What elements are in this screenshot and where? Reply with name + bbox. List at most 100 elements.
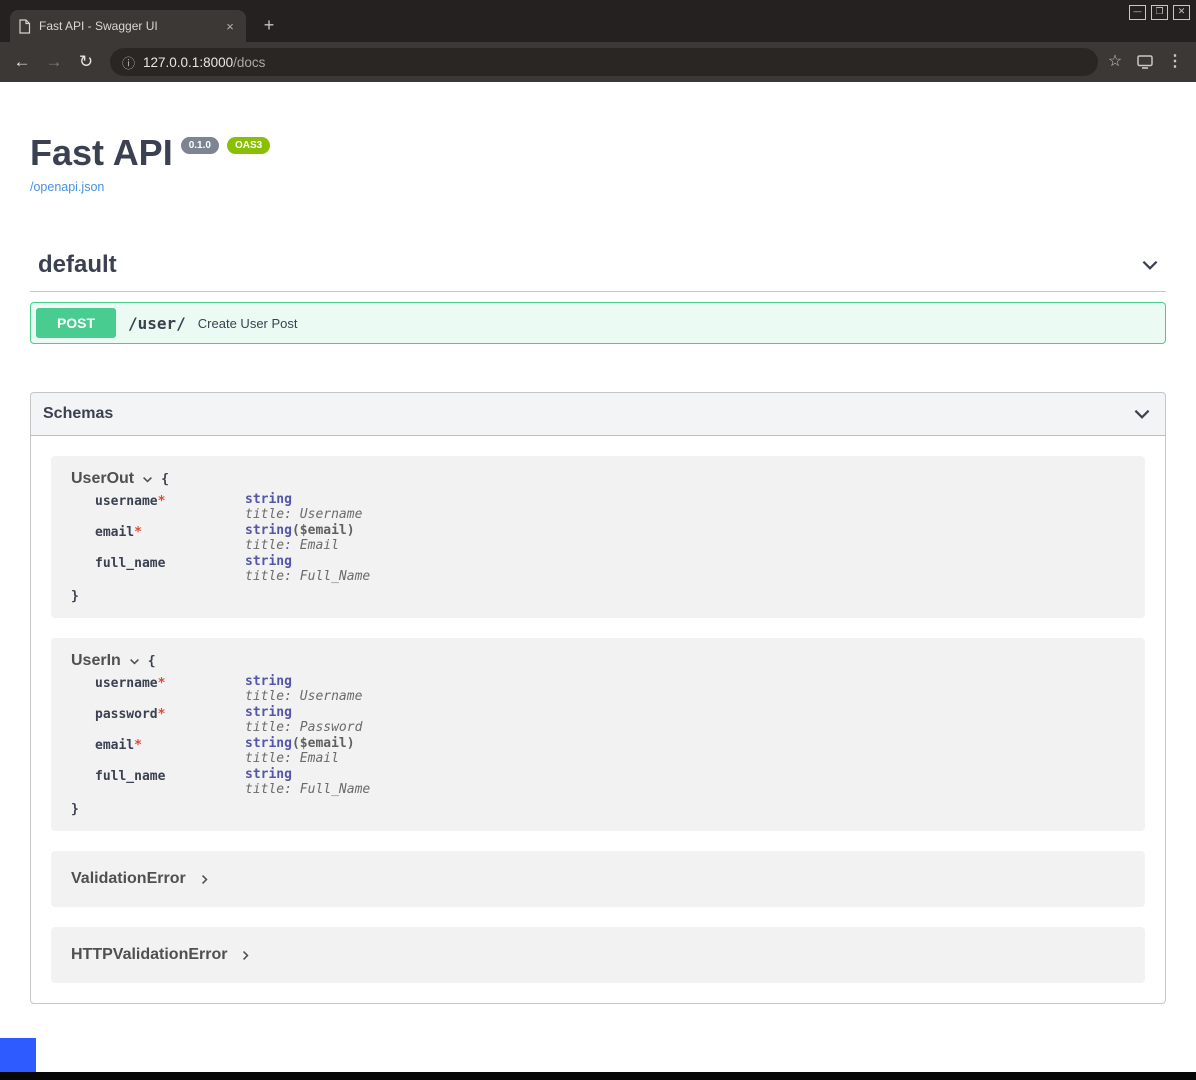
page-info-icon[interactable]: ⓘ [122, 53, 135, 72]
schemas-body: UserOut { username* string title: Userna… [31, 436, 1165, 1003]
endpoint-post-user[interactable]: POST /user/ Create User Post [30, 302, 1166, 344]
property-format: ($email) [292, 736, 355, 751]
model-header[interactable]: UserIn { [71, 652, 1125, 670]
property-detail: string title: Username [245, 674, 362, 705]
chevron-down-icon[interactable] [141, 473, 154, 486]
api-title: Fast API [30, 135, 173, 171]
property-detail: string title: Full_Name [245, 554, 370, 585]
property-title: title: Username [245, 507, 362, 522]
property-title: title: Full_Name [245, 569, 370, 584]
schemas-title: Schemas [43, 405, 113, 423]
extensions-icon[interactable] [1132, 48, 1158, 76]
required-star: * [158, 676, 166, 691]
tag-section-title: default [38, 251, 117, 279]
property-name-text: full_name [95, 769, 165, 784]
property-name-text: password [95, 707, 158, 722]
property-type: string [245, 523, 292, 538]
property-row: username* string title: Username [95, 492, 1125, 523]
property-title: title: Password [245, 720, 362, 735]
page-file-icon [18, 19, 31, 34]
property-title: title: Username [245, 689, 362, 704]
schemas-header[interactable]: Schemas [31, 393, 1165, 436]
property-type: string [245, 554, 292, 569]
brace-open: { [161, 472, 169, 487]
required-star: * [158, 494, 166, 509]
property-detail: string title: Username [245, 492, 362, 523]
model-userout: UserOut { username* string title: Userna… [51, 456, 1145, 618]
property-row: password* string title: Password [95, 705, 1125, 736]
model-name: HTTPValidationError [71, 946, 227, 964]
window-controls: — ❐ ✕ [1129, 5, 1190, 20]
model-validationerror[interactable]: ValidationError [51, 851, 1145, 907]
chevron-down-icon[interactable] [1131, 403, 1153, 425]
back-icon[interactable]: ← [8, 48, 36, 76]
property-name: email* [95, 736, 245, 767]
property-type: string [245, 674, 292, 689]
schemas-section: Schemas UserOut { username* [30, 392, 1166, 1004]
property-row: email* string($email) title: Email [95, 736, 1125, 767]
browser-menu-icon[interactable]: ⋮ [1162, 48, 1188, 76]
property-type: string [245, 492, 292, 507]
property-name: full_name [95, 767, 245, 798]
required-star: * [134, 525, 142, 540]
property-name-text: full_name [95, 556, 165, 571]
browser-tab[interactable]: Fast API - Swagger UI × [10, 10, 246, 42]
property-type: string [245, 705, 292, 720]
property-name: username* [95, 492, 245, 523]
minimize-button[interactable]: — [1129, 5, 1146, 20]
property-detail: string title: Password [245, 705, 362, 736]
property-name: password* [95, 705, 245, 736]
url-bar[interactable]: ⓘ 127.0.0.1:8000/docs [110, 48, 1098, 76]
model-name: UserIn [71, 652, 121, 670]
tag-section-default[interactable]: default [30, 251, 1166, 292]
property-name: email* [95, 523, 245, 554]
model-httpvalidationerror[interactable]: HTTPValidationError [51, 927, 1145, 983]
close-button[interactable]: ✕ [1173, 5, 1190, 20]
api-info: Fast API 0.1.0 OAS3 [30, 135, 1166, 171]
required-star: * [158, 707, 166, 722]
property-detail: string($email) title: Email [245, 523, 355, 554]
chevron-right-icon[interactable] [239, 949, 252, 962]
openapi-spec-link[interactable]: /openapi.json [30, 180, 104, 194]
property-type: string [245, 736, 292, 751]
desktop-bottom-bar [0, 1072, 1196, 1080]
property-detail: string title: Full_Name [245, 767, 370, 798]
property-name: full_name [95, 554, 245, 585]
maximize-button[interactable]: ❐ [1151, 5, 1168, 20]
chevron-right-icon[interactable] [198, 873, 211, 886]
tab-title: Fast API - Swagger UI [39, 19, 214, 33]
browser-toolbar: ← → ↻ ⓘ 127.0.0.1:8000/docs ☆ ⋮ [0, 42, 1196, 82]
oas3-badge: OAS3 [227, 137, 270, 154]
new-tab-button[interactable]: + [256, 12, 282, 38]
model-name: UserOut [71, 470, 134, 488]
brace-close: } [71, 589, 1125, 604]
property-format: ($email) [292, 523, 355, 538]
forward-icon[interactable]: → [40, 48, 68, 76]
url-text: 127.0.0.1:8000/docs [143, 55, 265, 70]
window-title-bar: Fast API - Swagger UI × + — ❐ ✕ [0, 0, 1196, 42]
chevron-down-icon[interactable] [1139, 254, 1161, 276]
method-badge: POST [36, 308, 116, 338]
bookmark-star-icon[interactable]: ☆ [1102, 48, 1128, 76]
endpoint-summary: Create User Post [198, 316, 298, 331]
property-title: title: Email [245, 538, 355, 553]
tab-close-icon[interactable]: × [222, 19, 238, 34]
endpoint-path: /user/ [128, 314, 186, 333]
property-name-text: email [95, 525, 134, 540]
property-type: string [245, 767, 292, 782]
property-name-text: email [95, 738, 134, 753]
model-properties: username* string title: Username passwor… [95, 674, 1125, 798]
brace-close: } [71, 802, 1125, 817]
chevron-down-icon[interactable] [128, 655, 141, 668]
property-row: email* string($email) title: Email [95, 523, 1125, 554]
property-name: username* [95, 674, 245, 705]
swagger-page: Fast API 0.1.0 OAS3 /openapi.json defaul… [0, 82, 1196, 1004]
property-name-text: username [95, 676, 158, 691]
property-row: full_name string title: Full_Name [95, 767, 1125, 798]
url-path: /docs [233, 55, 265, 70]
reload-icon[interactable]: ↻ [72, 48, 100, 76]
model-name: ValidationError [71, 870, 186, 888]
model-header[interactable]: UserOut { [71, 470, 1125, 488]
model-userin: UserIn { username* string title: Usernam… [51, 638, 1145, 831]
property-title: title: Email [245, 751, 355, 766]
